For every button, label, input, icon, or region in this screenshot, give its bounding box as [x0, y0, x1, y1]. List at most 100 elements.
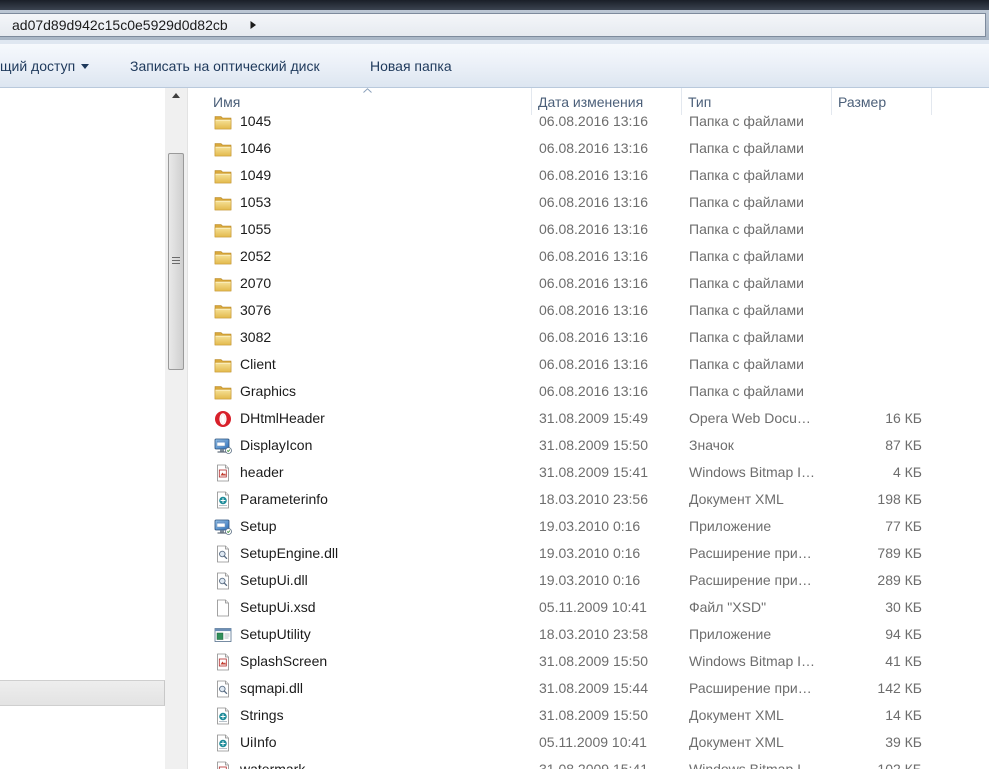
- file-date: 06.08.2016 13:16: [539, 115, 648, 129]
- share-button-label: щий доступ: [0, 58, 76, 74]
- column-header-date[interactable]: Дата изменения: [532, 88, 682, 115]
- file-type: Windows Bitmap I…: [689, 464, 816, 480]
- list-item-3076[interactable]: 3076 06.08.2016 13:16 Папка с файлами: [188, 297, 989, 324]
- list-item-parameterinfo[interactable]: Parameterinfo 18.03.2010 23:56 Документ …: [188, 486, 989, 513]
- xml-icon: [214, 491, 232, 509]
- file-name: 3076: [240, 302, 272, 318]
- file-date: 31.08.2009 15:44: [539, 680, 648, 696]
- file-name: watermark: [240, 761, 306, 769]
- folder-icon: [214, 140, 232, 158]
- list-item-header[interactable]: header 31.08.2009 15:41 Windows Bitmap I…: [188, 459, 989, 486]
- bitmap-icon: [214, 761, 232, 769]
- file-type: Приложение: [689, 518, 772, 534]
- file-size: 289 КБ: [877, 572, 922, 588]
- list-item-1046[interactable]: 1046 06.08.2016 13:16 Папка с файлами: [188, 135, 989, 162]
- file-date: 31.08.2009 15:50: [539, 437, 648, 453]
- file-name: SetupUtility: [240, 626, 311, 642]
- file-size: [832, 115, 922, 135]
- column-header-type[interactable]: Тип: [682, 88, 832, 115]
- file-type: Windows Bitmap I…: [689, 653, 816, 669]
- file-date: 19.03.2010 0:16: [539, 572, 641, 588]
- file-size: 16 КБ: [885, 410, 922, 426]
- list-item-1055[interactable]: 1055 06.08.2016 13:16 Папка с файлами: [188, 216, 989, 243]
- file-name: SplashScreen: [240, 653, 328, 669]
- scrollbar-thumb[interactable]: [168, 153, 184, 370]
- file-date: 19.03.2010 0:16: [539, 545, 641, 561]
- file-list[interactable]: 1045 06.08.2016 13:16 Папка с файлами 10…: [188, 115, 989, 769]
- file-name: 1053: [240, 194, 272, 210]
- file-name: 1046: [240, 140, 272, 156]
- file-name: 2070: [240, 275, 272, 291]
- file-name: Parameterinfo: [240, 491, 328, 507]
- list-item-graphics[interactable]: Graphics 06.08.2016 13:16 Папка с файлам…: [188, 378, 989, 405]
- file-date: 06.08.2016 13:16: [539, 221, 648, 237]
- list-item-1049[interactable]: 1049 06.08.2016 13:16 Папка с файлами: [188, 162, 989, 189]
- list-item-setupengine-dll[interactable]: SetupEngine.dll 19.03.2010 0:16 Расширен…: [188, 540, 989, 567]
- list-item-dhtmlheader[interactable]: DHtmlHeader 31.08.2009 15:49 Opera Web D…: [188, 405, 989, 432]
- file-name: Graphics: [240, 383, 297, 399]
- scroll-up-button[interactable]: [165, 88, 187, 106]
- file-date: 06.08.2016 13:16: [539, 302, 648, 318]
- list-item-displayicon[interactable]: DisplayIcon 31.08.2009 15:50 Значок 87 К…: [188, 432, 989, 459]
- file-type: Windows Bitmap I…: [689, 761, 816, 769]
- file-type: Opera Web Docu…: [689, 410, 811, 426]
- list-item-2052[interactable]: 2052 06.08.2016 13:16 Папка с файлами: [188, 243, 989, 270]
- file-type: Папка с файлами: [689, 221, 804, 237]
- list-item-setuputility[interactable]: SetupUtility 18.03.2010 23:58 Приложение…: [188, 621, 989, 648]
- list-item-splashscreen[interactable]: SplashScreen 31.08.2009 15:50 Windows Bi…: [188, 648, 989, 675]
- bitmap-icon: [214, 464, 232, 482]
- list-item-3082[interactable]: 3082 06.08.2016 13:16 Папка с файлами: [188, 324, 989, 351]
- list-item-1053[interactable]: 1053 06.08.2016 13:16 Папка с файлами: [188, 189, 989, 216]
- breadcrumb-arrow-icon[interactable]: [248, 20, 258, 30]
- file-name: DisplayIcon: [240, 437, 313, 453]
- file-size: [832, 216, 922, 243]
- list-item-uiinfo[interactable]: UiInfo 05.11.2009 10:41 Документ XML 39 …: [188, 729, 989, 756]
- list-item-1045[interactable]: 1045 06.08.2016 13:16 Папка с файлами: [188, 115, 989, 135]
- file-size: 14 КБ: [885, 707, 922, 723]
- breadcrumb-segment[interactable]: ad07d89d942c15c0e5929d0d82cb: [12, 17, 228, 33]
- file-date: 06.08.2016 13:16: [539, 329, 648, 345]
- file-name: SetupUi.dll: [240, 572, 308, 588]
- list-item-setup[interactable]: Setup 19.03.2010 0:16 Приложение 77 КБ: [188, 513, 989, 540]
- file-size: [832, 162, 922, 189]
- file-size: 30 КБ: [885, 599, 922, 615]
- list-item-watermark[interactable]: watermark 31.08.2009 15:41 Windows Bitma…: [188, 756, 989, 769]
- file-type: Папка с файлами: [689, 140, 804, 156]
- file-size: 102 КБ: [877, 761, 922, 769]
- xml-icon: [214, 734, 232, 752]
- navigation-pane[interactable]: [0, 88, 165, 769]
- vertical-scrollbar[interactable]: [165, 88, 188, 769]
- list-item-setupui-dll[interactable]: SetupUi.dll 19.03.2010 0:16 Расширение п…: [188, 567, 989, 594]
- file-type: Документ XML: [689, 734, 784, 750]
- list-item-2070[interactable]: 2070 06.08.2016 13:16 Папка с файлами: [188, 270, 989, 297]
- file-name: DHtmlHeader: [240, 410, 325, 426]
- file-type: Папка с файлами: [689, 248, 804, 264]
- file-date: 31.08.2009 15:50: [539, 707, 648, 723]
- file-name: SetupUi.xsd: [240, 599, 316, 615]
- file-type: Документ XML: [689, 707, 784, 723]
- file-date: 06.08.2016 13:16: [539, 356, 648, 372]
- folder-icon: [214, 167, 232, 185]
- navigation-horizontal-scrollbar[interactable]: [0, 680, 165, 706]
- column-header-size[interactable]: Размер: [832, 88, 932, 115]
- share-button[interactable]: щий доступ: [0, 44, 90, 87]
- burn-to-disc-button[interactable]: Записать на оптический диск: [130, 44, 320, 87]
- list-item-client[interactable]: Client 06.08.2016 13:16 Папка с файлами: [188, 351, 989, 378]
- file-type: Папка с файлами: [689, 275, 804, 291]
- folder-icon: [214, 356, 232, 374]
- new-folder-button[interactable]: Новая папка: [370, 44, 452, 87]
- list-item-setupui-xsd[interactable]: SetupUi.xsd 05.11.2009 10:41 Файл "XSD" …: [188, 594, 989, 621]
- file-size: 77 КБ: [885, 518, 922, 534]
- command-bar: щий доступ Записать на оптический диск Н…: [0, 44, 989, 88]
- list-item-sqmapi-dll[interactable]: sqmapi.dll 31.08.2009 15:44 Расширение п…: [188, 675, 989, 702]
- file-type: Расширение при…: [689, 572, 812, 588]
- file-size: [832, 135, 922, 162]
- column-headers: Имя Дата изменения Тип Размер: [188, 88, 989, 115]
- list-item-strings[interactable]: Strings 31.08.2009 15:50 Документ XML 14…: [188, 702, 989, 729]
- file-date: 19.03.2010 0:16: [539, 518, 641, 534]
- address-field[interactable]: ad07d89d942c15c0e5929d0d82cb: [0, 13, 986, 37]
- file-date: 06.08.2016 13:16: [539, 194, 648, 210]
- file-date: 06.08.2016 13:16: [539, 248, 648, 264]
- file-name: SetupEngine.dll: [240, 545, 339, 561]
- file-size: 198 КБ: [877, 491, 922, 507]
